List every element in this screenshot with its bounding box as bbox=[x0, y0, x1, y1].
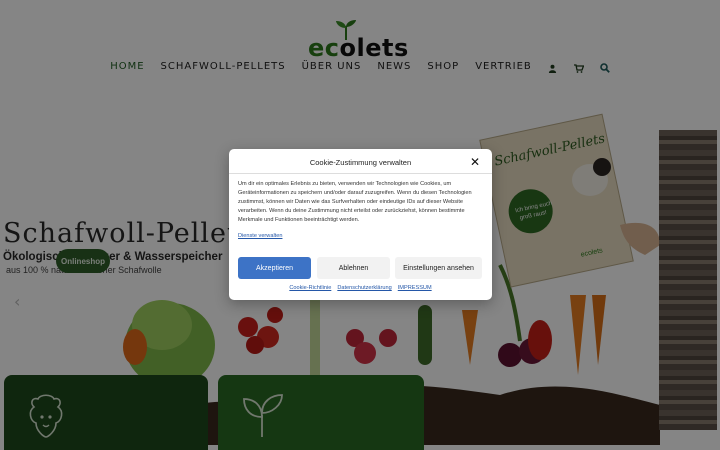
dialog-footer-links: Cookie-Richtlinie Datenschutzerklärung I… bbox=[229, 285, 492, 291]
cookie-policy-link[interactable]: Cookie-Richtlinie bbox=[289, 285, 331, 291]
deny-button[interactable]: Ablehnen bbox=[317, 257, 390, 279]
cookie-consent-dialog: Cookie-Zustimmung verwalten ✕ Um dir ein… bbox=[229, 149, 492, 300]
imprint-link[interactable]: IMPRESSUM bbox=[398, 285, 432, 291]
manage-services-link[interactable]: Dienste verwalten bbox=[238, 233, 282, 239]
privacy-policy-link[interactable]: Datenschutzerklärung bbox=[337, 285, 391, 291]
close-icon[interactable]: ✕ bbox=[470, 155, 480, 169]
cookie-dialog-body: Um dir ein optimales Erlebnis zu bieten,… bbox=[238, 181, 472, 223]
view-settings-button[interactable]: Einstellungen ansehen bbox=[395, 257, 482, 279]
cookie-dialog-title: Cookie-Zustimmung verwalten bbox=[309, 158, 412, 167]
dialog-divider bbox=[229, 173, 492, 174]
accept-button[interactable]: Akzeptieren bbox=[238, 257, 311, 279]
